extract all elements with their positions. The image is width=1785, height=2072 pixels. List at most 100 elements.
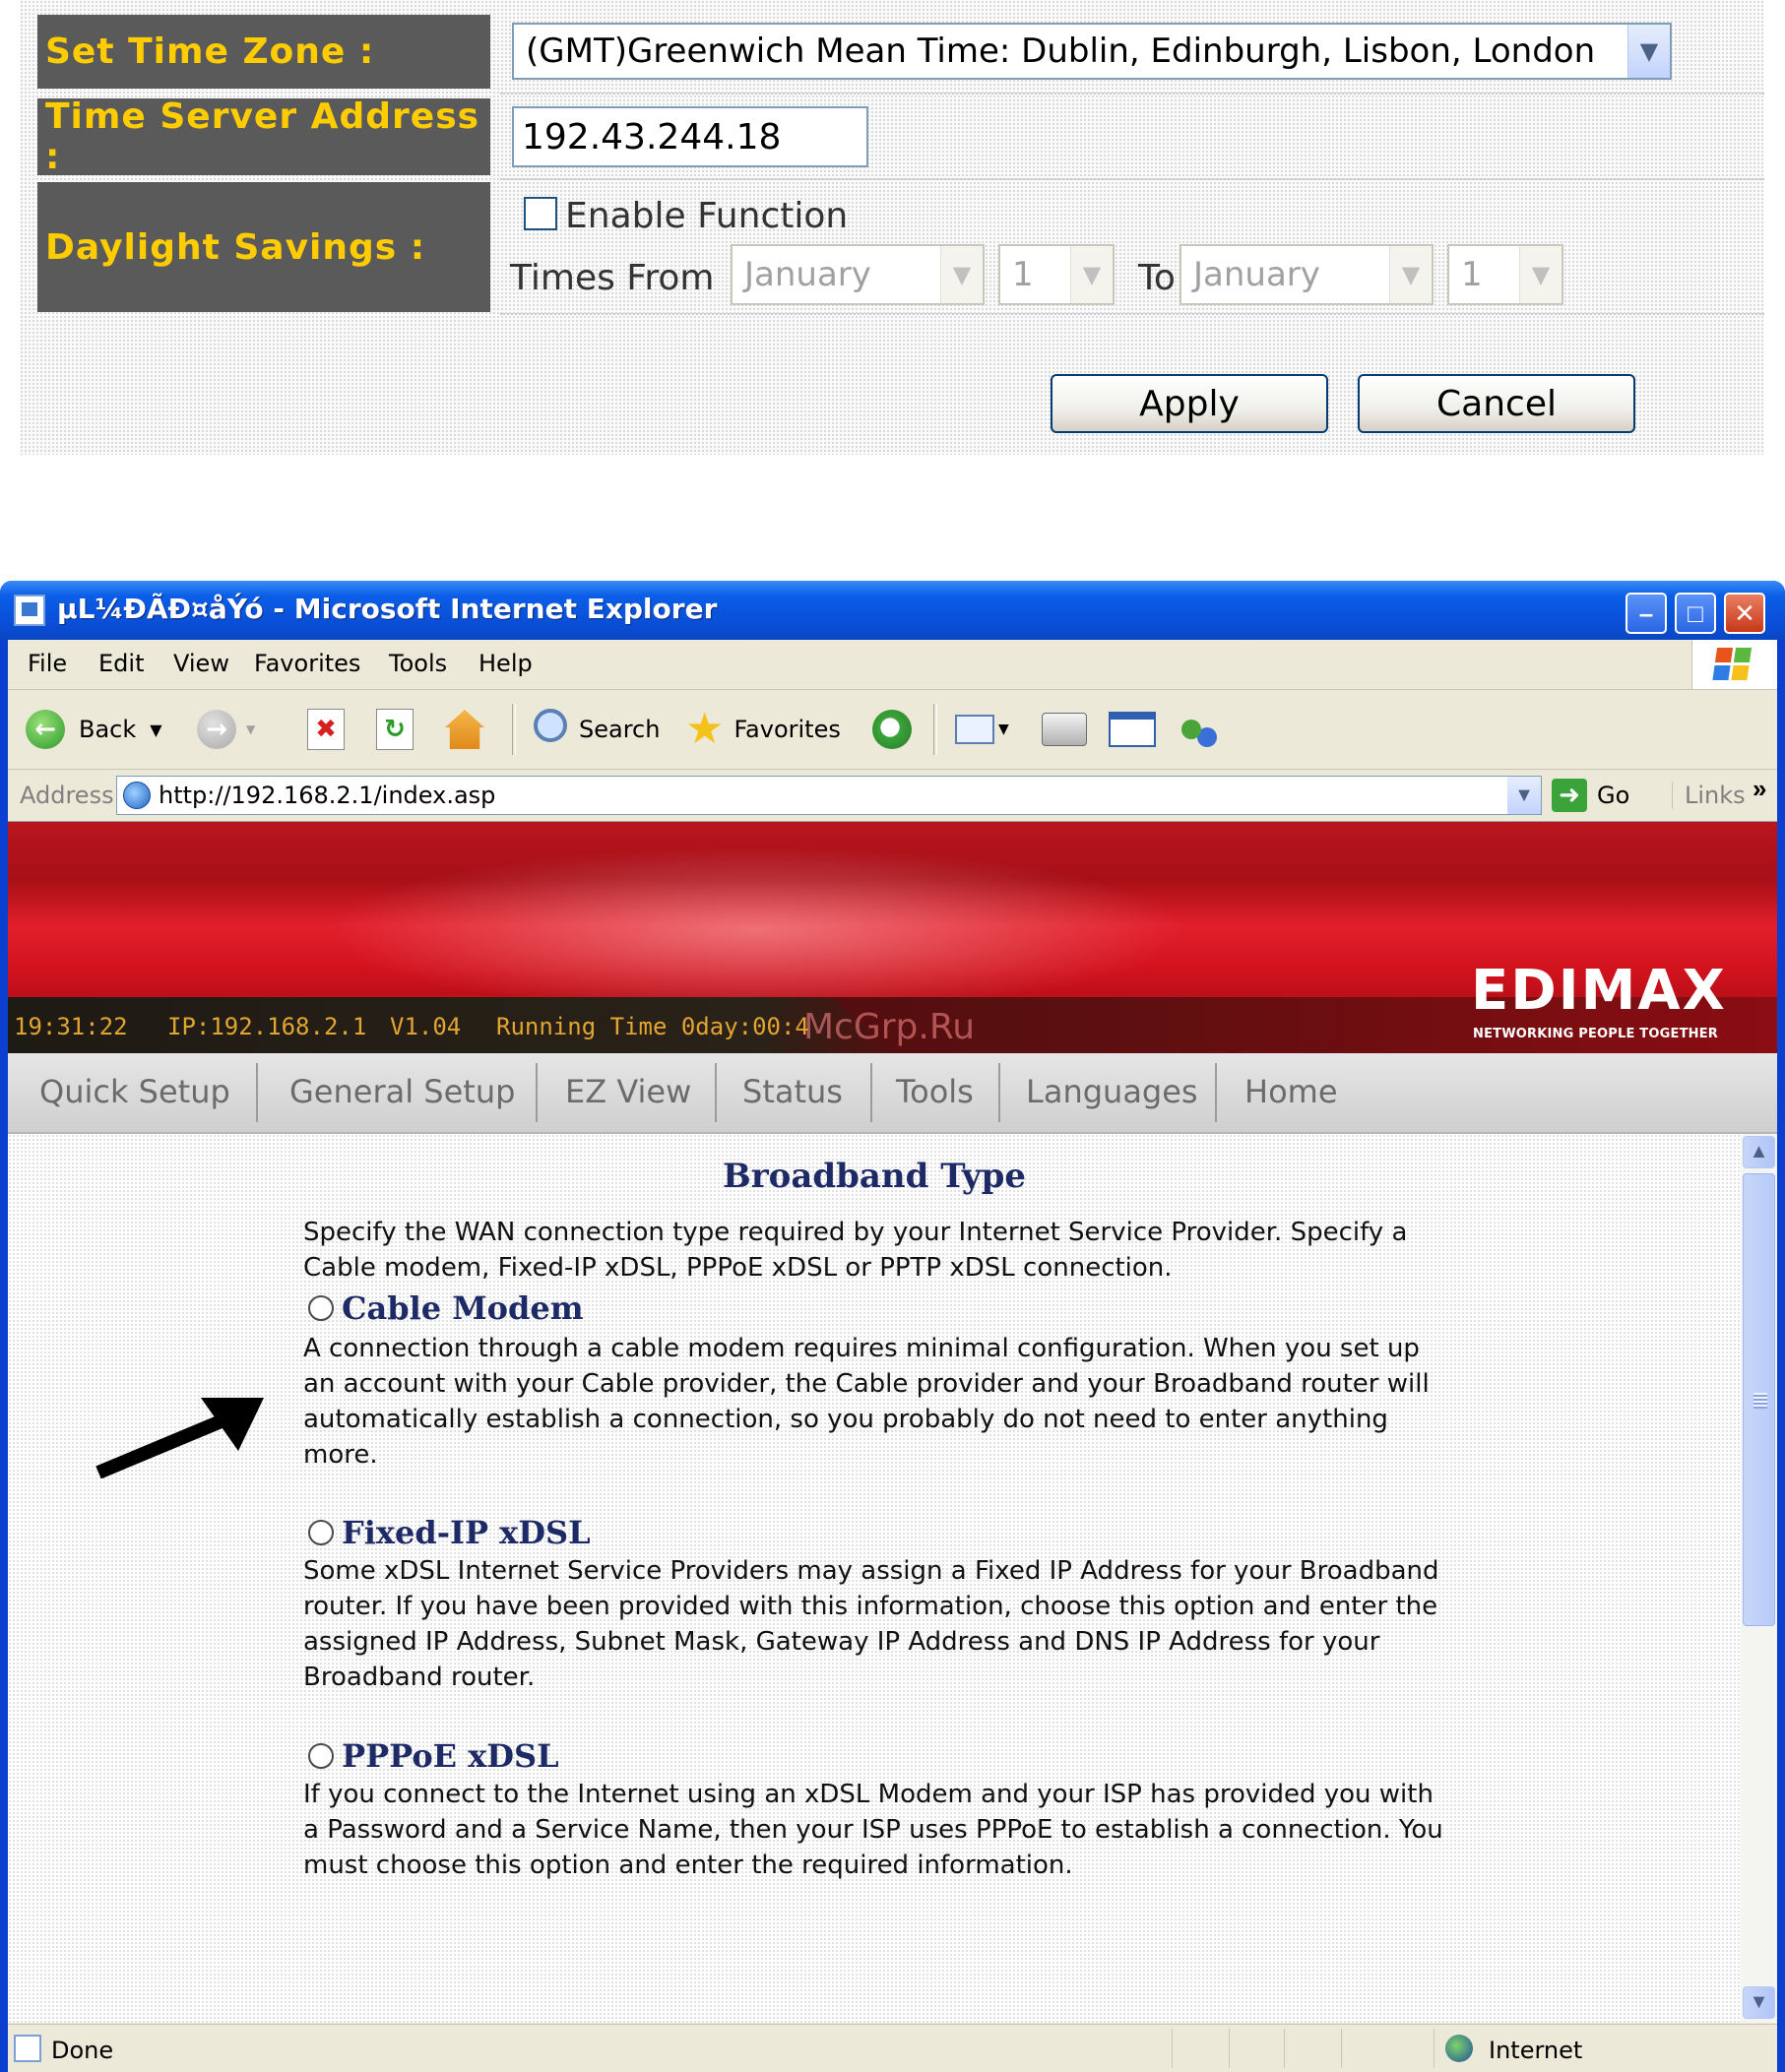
chevron-down-icon[interactable]: ▼ [1507, 777, 1541, 814]
chevron-down-icon: ▼ [940, 246, 983, 303]
intro-text: Specify the WAN connection type required… [303, 1218, 1408, 1283]
search-button[interactable]: Search [528, 708, 660, 751]
menu-favorites[interactable]: Favorites [254, 650, 360, 677]
chevron-down-icon: ▼ [1070, 246, 1113, 303]
nav-home[interactable]: Home [1244, 1073, 1338, 1110]
status-version: V1.04 [390, 1013, 462, 1040]
refresh-icon: ↻ [376, 709, 414, 750]
page-title: Broadband Type [723, 1157, 1026, 1196]
option-cable-modem[interactable]: Cable Modem [308, 1289, 584, 1327]
links-label[interactable]: Links [1672, 782, 1746, 809]
favorites-button[interactable]: ★ Favorites [685, 708, 841, 751]
status-divider [1284, 2029, 1285, 2068]
time-server-value-cell [500, 98, 1760, 175]
ie-page-icon [123, 782, 151, 809]
menu-view[interactable]: View [173, 650, 229, 677]
ie-page-icon [14, 2035, 41, 2062]
nav-status[interactable]: Status [742, 1073, 843, 1110]
nav-divider [870, 1063, 872, 1122]
to-day-select[interactable]: 1 ▼ [1447, 244, 1563, 305]
forward-icon: → [197, 710, 236, 749]
history-button[interactable] [872, 708, 912, 751]
time-zone-select[interactable]: (GMT)Greenwich Mean Time: Dublin, Edinbu… [512, 23, 1672, 80]
chevron-double-right-icon[interactable]: » [1753, 774, 1766, 804]
standard-toolbar: ← Back ▼ → ▼ ✖ ↻ Search ★ Favorites ▼ [8, 690, 1777, 770]
nav-ez-view[interactable]: EZ View [565, 1073, 691, 1110]
nav-quick-setup[interactable]: Quick Setup [39, 1073, 230, 1110]
maximize-button[interactable]: □ [1675, 593, 1716, 634]
back-icon: ← [26, 710, 65, 749]
edit-button[interactable] [1109, 708, 1156, 751]
scrollbar-grip [1753, 1393, 1767, 1409]
option-pppoe-xdsl[interactable]: PPPoE xDSL [308, 1737, 559, 1775]
address-bar: Address http://192.168.2.1/index.asp ▼ ➜… [8, 770, 1777, 822]
from-month-value: January [744, 255, 871, 294]
windows-logo-icon [1691, 640, 1777, 689]
go-arrow-icon: ➜ [1552, 779, 1587, 812]
to-month-select[interactable]: January ▼ [1179, 244, 1434, 305]
close-icon: ✕ [1734, 597, 1755, 628]
from-month-select[interactable]: January ▼ [731, 244, 985, 305]
enable-function-label: Enable Function [565, 196, 849, 236]
time-server-row: Time Server Address : [37, 96, 1760, 177]
apply-button[interactable]: Apply [1051, 374, 1328, 433]
vertical-scrollbar[interactable]: ▲ ▼ [1741, 1134, 1777, 2023]
chevron-down-icon: ▼ [1519, 246, 1562, 303]
home-button[interactable] [445, 708, 484, 751]
cable-modem-radio[interactable] [308, 1295, 334, 1321]
refresh-button[interactable]: ↻ [376, 708, 414, 751]
router-banner: 19:31:22 IP:192.168.2.1 V1.04 Running Ti… [8, 822, 1777, 1053]
search-icon [534, 709, 567, 742]
go-button[interactable]: ➜ Go [1552, 778, 1629, 813]
title-bar[interactable]: µL¼ÐÃÐ¤åÝó - Microsoft Internet Explorer… [0, 581, 1785, 640]
mail-button[interactable]: ▼ [955, 708, 1009, 751]
enable-function-checkbox[interactable] [524, 197, 557, 230]
favorites-star-icon: ★ [685, 704, 725, 754]
address-url: http://192.168.2.1/index.asp [159, 782, 496, 809]
time-zone-label: Set Time Zone : [37, 15, 490, 89]
window-title: µL¼ÐÃÐ¤åÝó - Microsoft Internet Explorer [57, 593, 718, 625]
status-divider [1229, 2029, 1230, 2068]
menu-file[interactable]: File [28, 650, 67, 677]
messenger-button[interactable] [1181, 708, 1201, 751]
menu-tools[interactable]: Tools [389, 650, 447, 677]
back-button[interactable]: ← Back ▼ [26, 708, 162, 751]
cable-modem-label: Cable Modem [342, 1289, 584, 1327]
address-input[interactable]: http://192.168.2.1/index.asp ▼ [116, 776, 1542, 815]
time-zone-selected-value: (GMT)Greenwich Mean Time: Dublin, Edinbu… [526, 31, 1596, 71]
fixed-ip-xdsl-radio[interactable] [308, 1520, 334, 1545]
stop-button[interactable]: ✖ [307, 708, 345, 751]
status-text: Done [51, 2037, 114, 2064]
to-day-value: 1 [1461, 255, 1483, 294]
time-server-input[interactable] [512, 106, 868, 167]
forward-button[interactable]: → ▼ [197, 708, 255, 751]
menu-edit[interactable]: Edit [98, 650, 144, 677]
menu-help[interactable]: Help [478, 650, 533, 677]
fixed-ip-xdsl-description: Some xDSL Internet Service Providers may… [303, 1556, 1439, 1692]
option-fixed-ip-xdsl[interactable]: Fixed-IP xDSL [308, 1514, 591, 1551]
daylight-savings-value-cell: Enable Function Times From January ▼ 1 ▼… [500, 182, 1760, 312]
nav-tools[interactable]: Tools [896, 1073, 974, 1110]
nav-general-setup[interactable]: General Setup [289, 1073, 515, 1110]
annotation-arrow-icon [96, 1398, 264, 1478]
cable-modem-description: A connection through a cable modem requi… [303, 1334, 1430, 1470]
pppoe-xdsl-label: PPPoE xDSL [342, 1737, 559, 1775]
to-label: To [1138, 258, 1176, 298]
print-button[interactable] [1042, 708, 1087, 751]
scroll-up-icon[interactable]: ▲ [1743, 1136, 1775, 1168]
chevron-down-icon: ▼ [998, 722, 1009, 737]
nav-languages[interactable]: Languages [1026, 1073, 1198, 1110]
scroll-down-icon[interactable]: ▼ [1743, 1986, 1775, 2019]
zone-text: Internet [1489, 2037, 1583, 2064]
pppoe-xdsl-radio[interactable] [308, 1743, 334, 1769]
nav-divider [998, 1063, 1000, 1122]
time-zone-value-cell: (GMT)Greenwich Mean Time: Dublin, Edinbu… [500, 15, 1760, 89]
close-button[interactable]: ✕ [1724, 593, 1765, 634]
chevron-down-icon[interactable]: ▼ [150, 721, 161, 739]
minimize-button[interactable]: – [1626, 593, 1667, 634]
status-running-time: Running Time 0day:00:4 [496, 1013, 809, 1040]
from-day-select[interactable]: 1 ▼ [998, 244, 1115, 305]
cancel-button[interactable]: Cancel [1358, 374, 1635, 433]
scrollbar-thumb[interactable] [1743, 1173, 1775, 1626]
status-divider [1341, 2029, 1342, 2068]
